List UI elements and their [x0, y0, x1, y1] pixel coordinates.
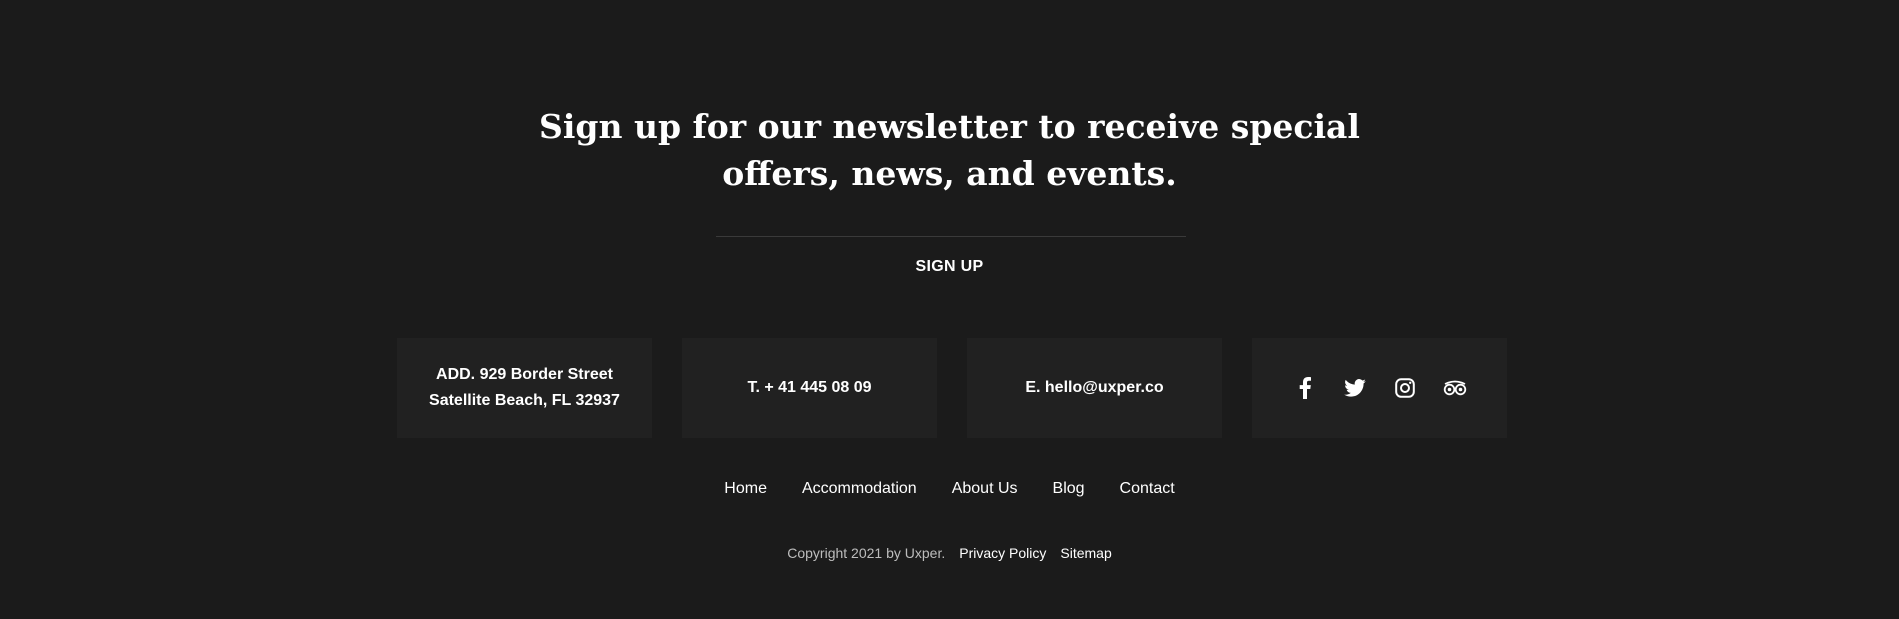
footer-nav-home[interactable]: Home: [724, 480, 767, 498]
signup-divider: [716, 236, 1186, 237]
footer-nav-contact[interactable]: Contact: [1120, 480, 1175, 498]
newsletter-title-line2: offers, news, and events.: [722, 154, 1177, 194]
phone-text[interactable]: T. + 41 445 08 09: [747, 375, 871, 401]
phone-box: T. + 41 445 08 09: [682, 338, 937, 438]
twitter-icon[interactable]: [1343, 376, 1367, 400]
facebook-icon[interactable]: [1293, 376, 1317, 400]
address-line1: ADD. 929 Border Street: [436, 366, 613, 383]
footer-nav-accommodation[interactable]: Accommodation: [802, 480, 917, 498]
privacy-policy-link[interactable]: Privacy Policy: [959, 545, 1046, 561]
copyright-text: Copyright 2021 by Uxper.: [787, 545, 946, 561]
address-line2: Satellite Beach, FL 32937: [429, 392, 620, 409]
social-box: [1252, 338, 1507, 438]
newsletter-title: Sign up for our newsletter to receive sp…: [0, 103, 1899, 197]
signup-button[interactable]: SIGN UP: [0, 258, 1899, 276]
email-box: E. hello@uxper.co: [967, 338, 1222, 438]
address-box: ADD. 929 Border Street Satellite Beach, …: [397, 338, 652, 438]
footer-nav-blog[interactable]: Blog: [1053, 480, 1085, 498]
instagram-icon[interactable]: [1393, 376, 1417, 400]
email-text[interactable]: E. hello@uxper.co: [1025, 375, 1163, 401]
footer-nav-about-us[interactable]: About Us: [952, 480, 1018, 498]
newsletter-title-line1: Sign up for our newsletter to receive sp…: [539, 107, 1360, 147]
copyright-row: Copyright 2021 by Uxper. Privacy Policy …: [0, 545, 1899, 561]
footer-nav: Home Accommodation About Us Blog Contact: [0, 480, 1899, 498]
sitemap-link[interactable]: Sitemap: [1060, 545, 1111, 561]
tripadvisor-icon[interactable]: [1443, 376, 1467, 400]
